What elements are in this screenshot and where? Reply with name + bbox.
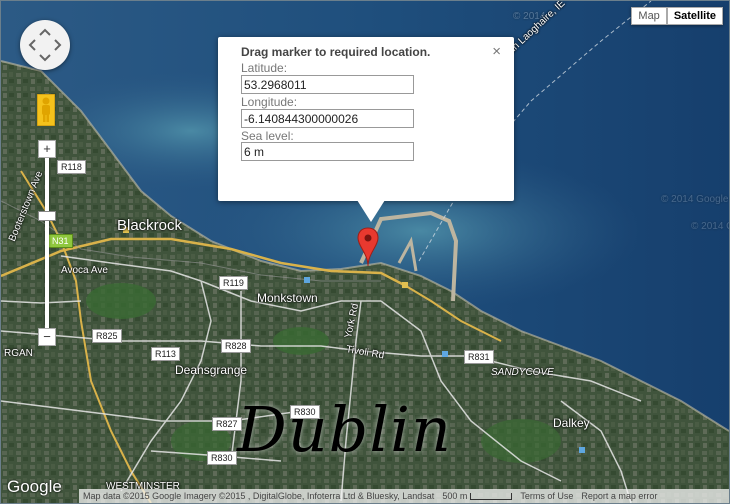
sea-level-label: Sea level: <box>241 129 294 143</box>
report-error-link[interactable]: Report a map error <box>577 489 661 503</box>
sea-level-field[interactable] <box>241 142 414 161</box>
place-label-deansgrange: Deansgrange <box>175 363 248 377</box>
pegman-icon[interactable] <box>37 94 55 126</box>
dublin-overlay-text: Dublin <box>237 393 452 466</box>
copyright-watermark: © 2014 Google <box>661 194 729 205</box>
place-label-sandycove: SANDYCOVE <box>491 367 554 378</box>
map-type-control: Map Satellite <box>631 7 723 25</box>
place-label-rgan: RGAN <box>4 348 33 359</box>
pan-control[interactable] <box>20 20 70 70</box>
marker-icon[interactable] <box>357 227 379 267</box>
map-footer: Map data ©2015 Google Imagery ©2015 , Di… <box>79 489 729 503</box>
road-shield: R830 <box>207 451 237 465</box>
zoom-in-icon[interactable]: + <box>38 140 56 158</box>
longitude-label: Longitude: <box>241 95 298 109</box>
road-shield: R118 <box>57 160 86 174</box>
scale-label: 500 m <box>442 491 468 501</box>
road-shield: R828 <box>221 339 251 353</box>
google-logo[interactable]: Google <box>7 477 62 497</box>
road-shield: R825 <box>92 329 122 343</box>
info-window-tail <box>357 200 385 222</box>
street-label-avoca-ave: Avoca Ave <box>61 265 108 276</box>
road-shield: R119 <box>219 276 248 290</box>
road-shield: R831 <box>464 350 494 364</box>
place-label-dalkey: Dalkey <box>553 416 590 430</box>
map-attribution: Map data ©2015 Google Imagery ©2015 , Di… <box>83 491 435 501</box>
copyright-watermark: © 2014 Go <box>691 221 729 232</box>
zoom-track[interactable] <box>45 155 49 335</box>
scale-control[interactable]: 500 m <box>438 489 516 503</box>
zoom-out-icon[interactable]: − <box>38 328 56 346</box>
latitude-field[interactable] <box>241 75 414 94</box>
scale-bar <box>470 493 513 501</box>
place-label-blackrock: Blackrock <box>117 217 183 234</box>
road-shield: N31 <box>48 234 73 248</box>
pan-icon[interactable] <box>20 20 70 70</box>
close-icon[interactable]: × <box>492 43 501 60</box>
latitude-label: Latitude: <box>241 61 288 75</box>
road-shield: R113 <box>151 347 180 361</box>
map-type-satellite-button[interactable]: Satellite <box>666 7 723 25</box>
place-label-monkstown: Monkstown <box>257 291 318 305</box>
zoom-slider[interactable] <box>38 211 56 221</box>
terms-link[interactable]: Terms of Use <box>516 489 577 503</box>
longitude-field[interactable] <box>241 109 414 128</box>
satellite-map[interactable]: © 2014 © 2014 Google © 2014 Go Dun Laogh… <box>0 0 730 504</box>
map-type-map-button[interactable]: Map <box>631 7 667 25</box>
info-window: Drag marker to required location. × Lati… <box>218 37 514 201</box>
info-window-title: Drag marker to required location. <box>241 45 431 59</box>
